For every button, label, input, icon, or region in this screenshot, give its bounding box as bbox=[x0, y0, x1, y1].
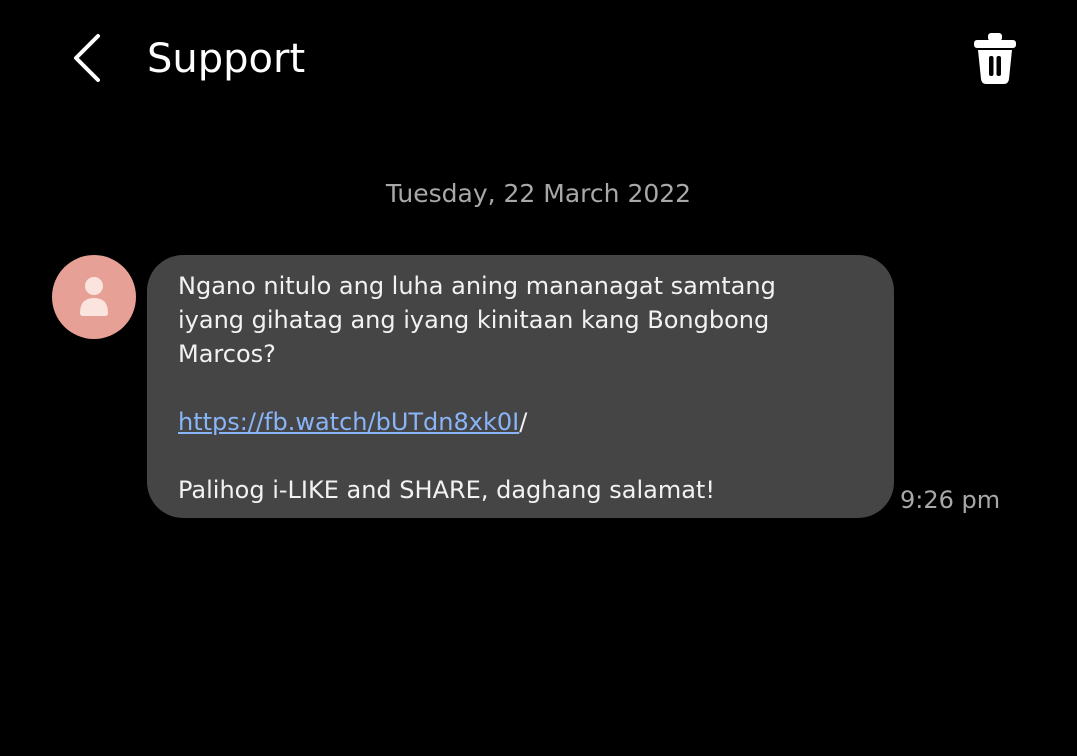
date-divider: Tuesday, 22 March 2022 bbox=[385, 179, 692, 208]
message-bubble[interactable]: Ngano nitulo ang luha aning mananagat sa… bbox=[147, 255, 894, 518]
message-link-suffix: / bbox=[519, 408, 528, 436]
sender-avatar[interactable] bbox=[52, 255, 136, 339]
message-timestamp: 9:26 pm bbox=[900, 486, 1001, 514]
message-text-line: iyang gihatag ang iyang kinitaan kang Bo… bbox=[178, 306, 770, 334]
delete-button[interactable] bbox=[968, 32, 1022, 86]
message-closing-line: Palihog i-LIKE and SHARE, daghang salama… bbox=[178, 476, 715, 504]
person-icon bbox=[80, 277, 108, 316]
message-text-line: Ngano nitulo ang luha aning mananagat sa… bbox=[178, 272, 776, 300]
trash-icon bbox=[974, 33, 1016, 84]
message-link[interactable]: https://fb.watch/bUTdn8xk0I bbox=[178, 408, 519, 436]
back-button[interactable] bbox=[66, 30, 110, 86]
conversation-title: Support bbox=[147, 36, 306, 82]
chevron-left-icon bbox=[74, 34, 100, 82]
message-text-line: Marcos? bbox=[178, 340, 276, 368]
message-link-line: https://fb.watch/bUTdn8xk0I/ bbox=[178, 405, 864, 439]
app-header: Support bbox=[0, 0, 1077, 120]
